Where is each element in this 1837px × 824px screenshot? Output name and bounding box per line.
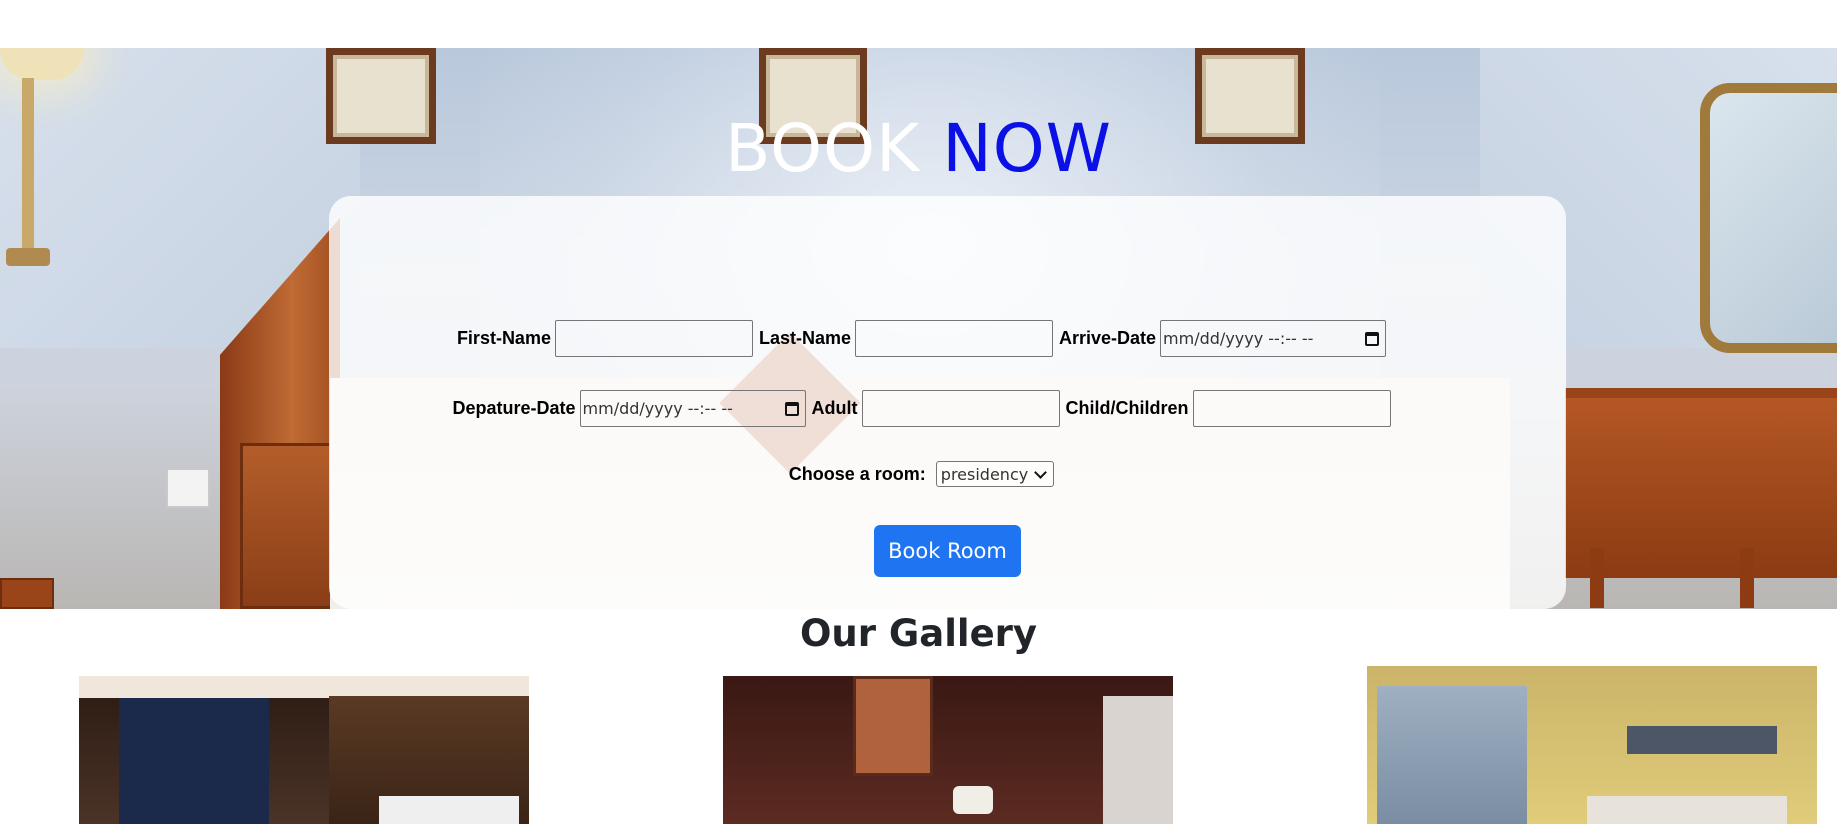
window-night-city xyxy=(119,696,269,824)
doorway xyxy=(1103,696,1173,824)
gallery-image xyxy=(723,676,1173,824)
adult-input[interactable] xyxy=(861,390,1060,427)
arrive-date-placeholder: mm/dd/yyyy --:-- -- xyxy=(1163,329,1314,348)
gallery-image xyxy=(79,676,529,824)
children-label: Child/Children xyxy=(1065,398,1189,418)
room-label: Choose a room: xyxy=(788,463,926,484)
title-word-now: NOW xyxy=(942,110,1112,187)
room-select-value: presidency xyxy=(940,464,1029,484)
wall-art xyxy=(853,676,933,776)
gallery-title: Our Gallery xyxy=(799,612,1038,655)
departure-date-placeholder: mm/dd/yyyy --:-- -- xyxy=(582,399,733,418)
chevron-down-icon xyxy=(1034,465,1048,479)
form-row-room: Choose a room: presidency xyxy=(0,461,1837,487)
last-name-input[interactable] xyxy=(855,320,1053,357)
bed-headboard xyxy=(1587,796,1787,824)
first-name-input[interactable] xyxy=(554,320,753,357)
form-row-names: First-Name Last-Name Arrive-Date mm/dd/y… xyxy=(0,320,1837,357)
title-word-book: BOOK xyxy=(725,110,921,187)
window-city-view xyxy=(1377,686,1527,824)
arrive-date-input[interactable]: mm/dd/yyyy --:-- -- xyxy=(1160,320,1387,357)
last-name-label: Last-Name xyxy=(758,328,851,348)
bed-linen xyxy=(379,796,519,824)
calendar-icon[interactable] xyxy=(784,401,799,416)
departure-date-input[interactable]: mm/dd/yyyy --:-- -- xyxy=(579,390,806,427)
room-select[interactable]: presidency xyxy=(935,461,1055,487)
departure-date-label: Depature-Date xyxy=(452,398,576,418)
desk-leg xyxy=(1740,548,1754,608)
small-cabinet xyxy=(0,578,54,609)
lamp xyxy=(953,786,993,814)
gallery-image xyxy=(1367,666,1817,824)
desk-leg xyxy=(1590,548,1604,608)
children-input[interactable] xyxy=(1192,390,1391,427)
first-name-label: First-Name xyxy=(456,328,551,348)
arrive-date-label: Arrive-Date xyxy=(1059,328,1157,348)
adult-label: Adult xyxy=(811,398,858,418)
page-title: BOOK NOW xyxy=(0,104,1837,194)
calendar-icon[interactable] xyxy=(1365,331,1380,346)
book-room-button[interactable]: Book Room xyxy=(874,525,1021,577)
wall-art xyxy=(1627,726,1777,754)
ceiling xyxy=(79,676,529,698)
form-row-stay: Depature-Date mm/dd/yyyy --:-- -- Adult … xyxy=(0,390,1837,427)
